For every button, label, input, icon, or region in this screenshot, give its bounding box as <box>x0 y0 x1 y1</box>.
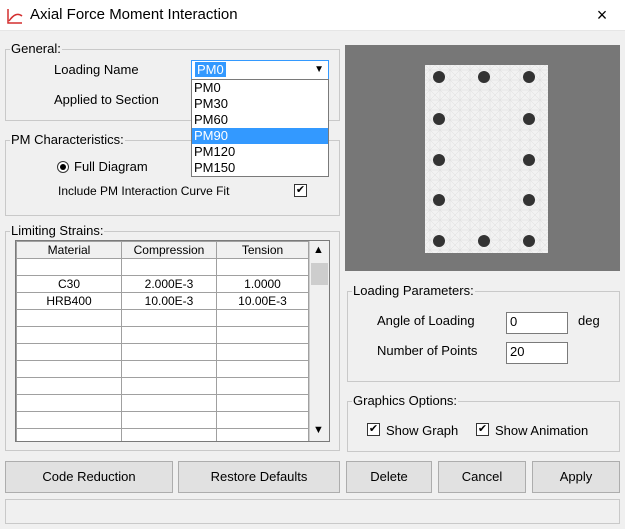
loading-name-select[interactable]: PM0 ▼ <box>191 60 329 80</box>
table-row[interactable] <box>16 258 309 276</box>
applied-to-section-label: Applied to Section <box>54 92 159 107</box>
table-row[interactable]: HRB400 10.00E-3 10.00E-3 <box>16 292 309 310</box>
loading-name-value: PM0 <box>195 62 226 77</box>
table-row[interactable] <box>16 309 309 327</box>
apply-button[interactable]: Apply <box>532 461 620 493</box>
graphics-options-label: Graphics Options: <box>352 393 459 408</box>
cell[interactable]: 10.00E-3 <box>121 292 217 310</box>
dropdown-option-highlighted[interactable]: PM90 <box>192 128 328 144</box>
table-row[interactable] <box>16 377 309 395</box>
scroll-thumb[interactable] <box>311 263 328 285</box>
cell[interactable]: 1.0000 <box>216 275 309 293</box>
angle-input[interactable]: 0 <box>506 312 568 334</box>
section-preview <box>345 45 620 271</box>
loading-params-label: Loading Parameters: <box>352 283 475 298</box>
dropdown-option[interactable]: PM30 <box>192 96 328 112</box>
scroll-up-icon[interactable]: ▲ <box>313 244 324 256</box>
angle-unit: deg <box>578 313 600 328</box>
cell[interactable]: 10.00E-3 <box>216 292 309 310</box>
header-tension[interactable]: Tension <box>216 241 309 259</box>
dropdown-option[interactable]: PM0 <box>192 80 328 96</box>
angle-label: Angle of Loading <box>377 313 475 328</box>
dropdown-option[interactable]: PM150 <box>192 160 328 176</box>
dropdown-option[interactable]: PM60 <box>192 112 328 128</box>
title-bar: Axial Force Moment Interaction × <box>0 0 625 31</box>
cancel-button[interactable]: Cancel <box>438 461 526 493</box>
curve-fit-checkbox[interactable]: ✔ <box>294 184 307 197</box>
show-graph-checkbox[interactable]: ✔ <box>367 423 380 436</box>
header-compression[interactable]: Compression <box>121 241 217 259</box>
code-reduction-button[interactable]: Code Reduction <box>5 461 173 493</box>
table-row[interactable]: C30 2.000E-3 1.0000 <box>16 275 309 293</box>
header-material[interactable]: Material <box>16 241 122 259</box>
dropdown-option[interactable]: PM120 <box>192 144 328 160</box>
status-bar <box>5 499 620 524</box>
table-row[interactable] <box>16 394 309 412</box>
show-graph-label: Show Graph <box>386 423 459 438</box>
cell[interactable]: HRB400 <box>16 292 122 310</box>
table-row[interactable] <box>16 428 309 441</box>
pm-characteristics-label: PM Characteristics: <box>10 132 125 147</box>
show-animation-checkbox[interactable]: ✔ <box>476 423 489 436</box>
points-input[interactable]: 20 <box>506 342 568 364</box>
loading-name-label: Loading Name <box>54 62 139 77</box>
cell[interactable]: C30 <box>16 275 122 293</box>
scroll-down-icon[interactable]: ▼ <box>313 424 324 436</box>
cell[interactable]: 2.000E-3 <box>121 275 217 293</box>
app-icon <box>7 9 23 24</box>
full-diagram-radio[interactable] <box>57 161 69 173</box>
points-label: Number of Points <box>377 343 478 358</box>
strains-table[interactable]: Material Compression Tension C30 2.000E-… <box>15 240 330 442</box>
table-scrollbar[interactable]: ▲ ▼ <box>309 241 329 441</box>
window-title: Axial Force Moment Interaction <box>30 6 238 23</box>
general-group-label: General: <box>10 41 62 56</box>
table-row[interactable] <box>16 360 309 378</box>
table-row[interactable] <box>16 343 309 361</box>
curve-fit-label: Include PM Interaction Curve Fit <box>58 184 230 198</box>
loading-name-dropdown[interactable]: PM0 PM30 PM60 PM90 PM120 PM150 <box>191 79 329 177</box>
table-row[interactable] <box>16 411 309 429</box>
section-graphic <box>425 65 548 253</box>
limiting-strains-label: Limiting Strains: <box>10 223 105 238</box>
table-row[interactable] <box>16 326 309 344</box>
full-diagram-label: Full Diagram <box>74 159 148 174</box>
restore-defaults-button[interactable]: Restore Defaults <box>178 461 340 493</box>
show-animation-label: Show Animation <box>495 423 589 438</box>
chevron-down-icon[interactable]: ▼ <box>314 62 324 78</box>
loading-params-group <box>347 291 620 382</box>
close-icon[interactable]: × <box>592 5 612 25</box>
delete-button[interactable]: Delete <box>346 461 432 493</box>
